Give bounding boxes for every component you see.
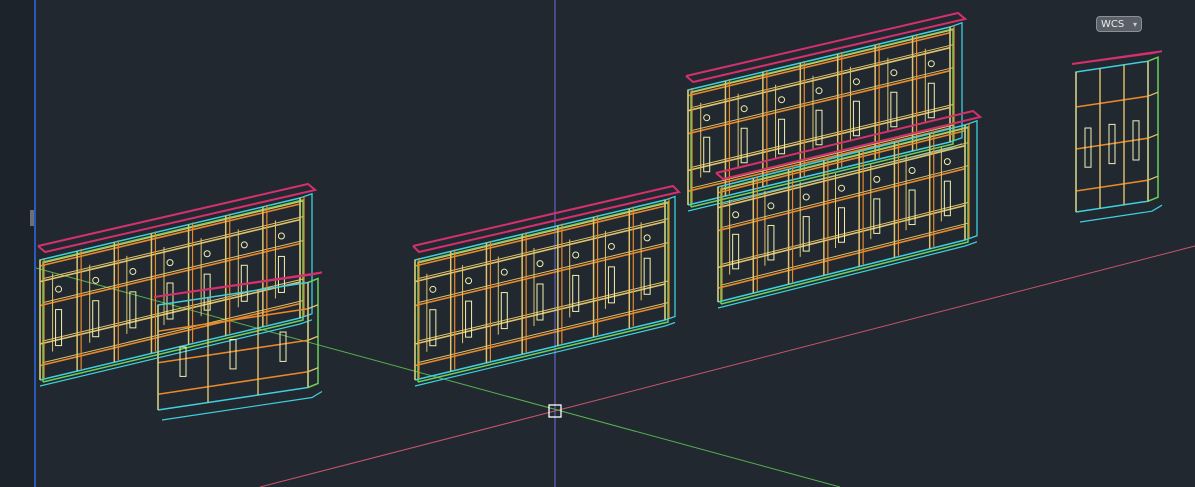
rail	[1147, 91, 1159, 97]
knob	[277, 232, 285, 240]
knob	[536, 260, 544, 268]
countertop-outline	[685, 11, 968, 84]
countertop-outline	[37, 182, 318, 254]
knob	[908, 166, 916, 174]
knob	[852, 78, 860, 86]
cabinet-run-left	[37, 182, 318, 387]
rail	[687, 46, 951, 112]
rail-edge	[42, 200, 304, 264]
rail-edge	[690, 44, 954, 109]
base-outline	[1079, 204, 1163, 223]
rail	[687, 31, 951, 97]
knob	[240, 241, 248, 249]
knob	[55, 285, 63, 293]
rail	[1147, 175, 1159, 181]
chevron-down-icon: ▾	[1132, 20, 1137, 29]
side-panel	[299, 192, 313, 319]
rail-edge	[690, 29, 954, 94]
wcs-label: WCS	[1101, 19, 1125, 30]
rail-edge	[42, 216, 304, 280]
knob	[767, 202, 775, 210]
knob	[429, 285, 437, 293]
knob	[203, 250, 211, 258]
rail	[307, 304, 319, 310]
rail	[1075, 179, 1149, 192]
rail	[39, 203, 301, 267]
knob	[92, 276, 100, 284]
door-handle	[229, 339, 237, 370]
knob	[732, 211, 740, 219]
knob	[873, 175, 881, 183]
knob	[607, 242, 615, 250]
rail	[307, 335, 319, 341]
cabinet-run-center	[412, 184, 681, 387]
knob	[890, 69, 898, 77]
cabinet-run-lower-right	[715, 109, 983, 309]
side-panel	[964, 119, 978, 241]
knob	[838, 184, 845, 192]
knob	[129, 267, 137, 275]
knob	[703, 114, 711, 122]
knob	[740, 105, 748, 113]
rail	[717, 225, 966, 289]
knob	[166, 259, 174, 267]
rail	[1075, 137, 1149, 150]
knob	[927, 60, 935, 68]
rail	[717, 204, 966, 269]
knob	[643, 234, 651, 242]
knob	[465, 277, 473, 285]
knob	[572, 251, 580, 259]
ucs-axes	[35, 0, 1195, 487]
knob	[500, 268, 508, 276]
rail-edge	[720, 127, 969, 191]
knob	[943, 158, 951, 166]
wcs-menu-button[interactable]: WCS ▾	[1096, 16, 1142, 32]
corner-cabinet-right	[1071, 50, 1163, 223]
knob	[778, 96, 786, 104]
x-axis-line	[259, 245, 1195, 487]
drawing-canvas[interactable]	[0, 0, 1195, 487]
side-panel	[664, 195, 676, 321]
model-viewport[interactable]: WCS ▾	[0, 0, 1195, 487]
model-objects	[37, 11, 1163, 421]
knob	[815, 87, 823, 95]
rail	[1075, 95, 1149, 108]
countertop-outline	[412, 184, 681, 254]
rail	[307, 367, 319, 373]
door-handle	[279, 331, 287, 362]
rail-edge	[417, 218, 669, 280]
rail	[1147, 133, 1159, 139]
knob	[802, 193, 810, 201]
